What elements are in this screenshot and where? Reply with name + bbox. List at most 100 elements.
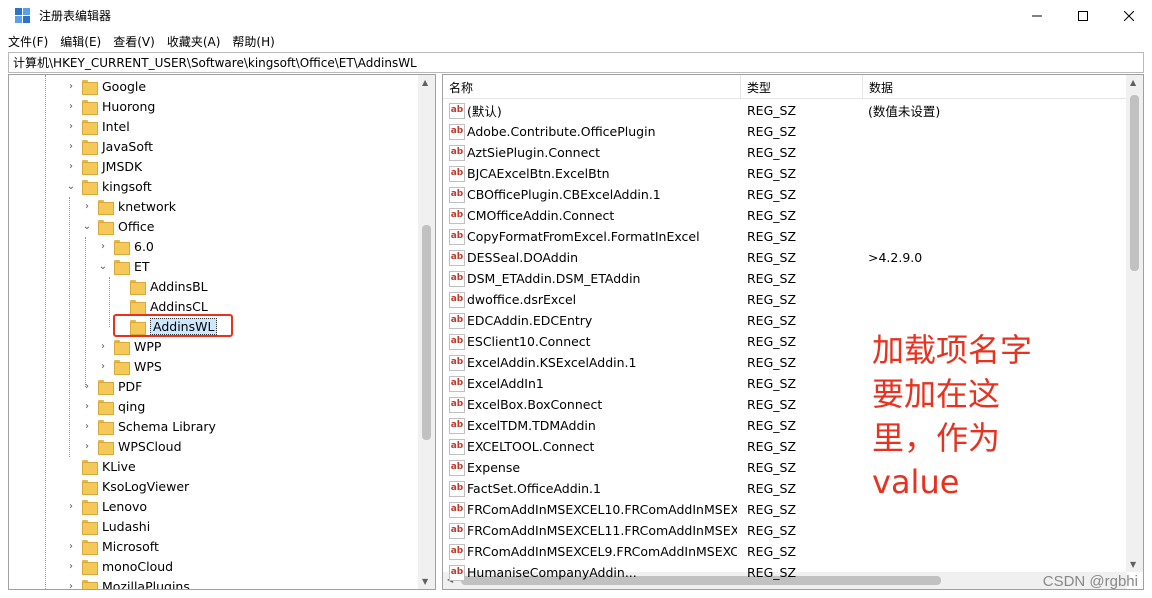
column-data[interactable]: 数据 xyxy=(863,75,1127,99)
string-value-icon: ab xyxy=(449,291,465,308)
tree-node[interactable]: › Intel xyxy=(65,116,130,136)
expand-icon[interactable]: › xyxy=(65,161,77,172)
string-value-icon: ab xyxy=(449,123,465,140)
tree-node[interactable]: ⌄ ET xyxy=(97,256,150,276)
tree-node[interactable]: › Huorong xyxy=(65,96,155,116)
expand-icon[interactable]: › xyxy=(81,421,93,432)
expand-icon[interactable]: › xyxy=(81,381,93,392)
tree-node[interactable]: KsoLogViewer xyxy=(65,476,189,496)
tree-node[interactable]: › Google xyxy=(65,76,146,96)
list-row[interactable]: ab FRComAddInMSEXCEL9.FRComAddInMSEXC... R… xyxy=(443,541,1127,562)
list-row[interactable]: ab FRComAddInMSEXCEL11.FRComAddInMSEX... R… xyxy=(443,520,1127,541)
expand-icon[interactable]: › xyxy=(65,81,77,92)
folder-icon xyxy=(82,119,98,135)
tree-node[interactable]: › Lenovo xyxy=(65,496,147,516)
tree-node[interactable]: KLive xyxy=(65,456,136,476)
list-row[interactable]: ab CBOfficePlugin.CBExcelAddin.1 REG_SZ xyxy=(443,184,1127,205)
expand-icon[interactable]: › xyxy=(65,561,77,572)
scroll-down-icon[interactable]: ▼ xyxy=(422,577,428,586)
tree-node[interactable]: › WPS xyxy=(97,356,162,376)
list-scroll-thumb[interactable] xyxy=(1130,95,1139,271)
list-row[interactable]: ab CMOfficeAddin.Connect REG_SZ xyxy=(443,205,1127,226)
tree-node[interactable]: › WPP xyxy=(97,336,161,356)
folder-icon xyxy=(98,439,114,455)
menu-file[interactable]: 文件(F) xyxy=(8,33,48,50)
expand-icon[interactable]: › xyxy=(65,581,77,590)
value-type: REG_SZ xyxy=(747,208,797,223)
expand-icon[interactable]: › xyxy=(81,201,93,212)
tree-node-label: Office xyxy=(118,218,155,234)
list-row[interactable]: ab DESSeal.DOAddin REG_SZ >4.2.9.0 xyxy=(443,247,1127,268)
list-row[interactable]: ab CopyFormatFromExcel.FormatInExcel REG_S… xyxy=(443,226,1127,247)
expand-icon[interactable]: › xyxy=(65,101,77,112)
expand-icon[interactable]: › xyxy=(65,501,77,512)
value-type: REG_SZ xyxy=(747,334,797,349)
collapse-icon[interactable]: ⌄ xyxy=(81,221,93,232)
value-data: (数值未设置) xyxy=(868,104,941,119)
menu-favorites[interactable]: 收藏夹(A) xyxy=(167,33,221,50)
tree-node[interactable]: › JMSDK xyxy=(65,156,142,176)
tree-node[interactable]: AddinsCL xyxy=(113,296,208,316)
tree-node[interactable]: › Schema Library xyxy=(81,416,216,436)
value-name: HumaniseCompanyAddin... xyxy=(467,565,637,580)
expand-icon[interactable]: › xyxy=(65,121,77,132)
tree-node[interactable]: › WPSCloud xyxy=(81,436,182,456)
list-row[interactable]: ab Adobe.Contribute.OfficePlugin REG_SZ xyxy=(443,121,1127,142)
scroll-down-icon[interactable]: ▼ xyxy=(1130,560,1136,569)
tree-node[interactable]: ⌄ Office xyxy=(81,216,155,236)
folder-icon xyxy=(82,459,98,475)
tree-node[interactable]: › MozillaPlugins xyxy=(65,576,190,590)
menu-edit[interactable]: 编辑(E) xyxy=(60,33,101,50)
tree-node-label: KsoLogViewer xyxy=(102,478,190,494)
list-vertical-scrollbar[interactable]: ▲ ▼ xyxy=(1126,75,1143,572)
tree-scroll-thumb[interactable] xyxy=(422,225,431,440)
tree-node[interactable]: › monoCloud xyxy=(65,556,173,576)
menu-help[interactable]: 帮助(H) xyxy=(232,33,274,50)
scroll-up-icon[interactable]: ▲ xyxy=(1130,78,1136,87)
tree-node[interactable]: › JavaSoft xyxy=(65,136,153,156)
expand-icon[interactable]: › xyxy=(97,341,109,352)
column-type[interactable]: 类型 xyxy=(741,75,863,99)
string-value-icon: ab xyxy=(449,144,465,161)
tree-node[interactable]: › knetwork xyxy=(81,196,176,216)
expand-icon[interactable]: › xyxy=(65,541,77,552)
folder-icon xyxy=(130,279,146,295)
tree-node[interactable]: › 6.0 xyxy=(97,236,154,256)
list-row[interactable]: ab (默认) REG_SZ (数值未设置) xyxy=(443,100,1127,121)
tree-node[interactable]: Ludashi xyxy=(65,516,150,536)
collapse-icon[interactable]: ⌄ xyxy=(65,181,77,192)
expand-icon[interactable]: › xyxy=(97,361,109,372)
value-name: CopyFormatFromExcel.FormatInExcel xyxy=(467,229,700,244)
annotation-line: 里，作为 xyxy=(872,419,1001,457)
list-row[interactable]: ab AztSiePlugin.Connect REG_SZ xyxy=(443,142,1127,163)
value-name: CBOfficePlugin.CBExcelAddin.1 xyxy=(467,187,661,202)
value-type: REG_SZ xyxy=(747,544,797,559)
address-bar[interactable]: 计算机\HKEY_CURRENT_USER\Software\kingsoft\… xyxy=(8,52,1144,73)
tree-node[interactable]: ⌄ kingsoft xyxy=(65,176,152,196)
expand-icon[interactable]: › xyxy=(81,401,93,412)
menu-view[interactable]: 查看(V) xyxy=(113,33,155,50)
expand-icon[interactable]: › xyxy=(81,441,93,452)
tree-node-label: Microsoft xyxy=(102,538,159,554)
expand-icon[interactable]: › xyxy=(65,141,77,152)
folder-icon xyxy=(114,239,130,255)
tree-node-label: kingsoft xyxy=(102,178,152,194)
expand-icon[interactable]: › xyxy=(97,241,109,252)
tree-node[interactable]: › qing xyxy=(81,396,145,416)
minimize-button[interactable] xyxy=(1014,0,1060,31)
tree-vertical-scrollbar[interactable]: ▲ ▼ xyxy=(418,75,435,589)
close-button[interactable] xyxy=(1106,0,1152,31)
list-row[interactable]: ab DSM_ETAddin.DSM_ETAddin REG_SZ xyxy=(443,268,1127,289)
tree-node[interactable]: › Microsoft xyxy=(65,536,159,556)
tree-node[interactable]: › PDF xyxy=(81,376,142,396)
value-name: BJCAExcelBtn.ExcelBtn xyxy=(467,166,610,181)
maximize-button[interactable] xyxy=(1060,0,1106,31)
scroll-up-icon[interactable]: ▲ xyxy=(422,78,428,87)
tree-node[interactable]: AddinsBL xyxy=(113,276,208,296)
list-row[interactable]: ab dwoffice.dsrExcel REG_SZ xyxy=(443,289,1127,310)
list-row[interactable]: ab HumaniseCompanyAddin... REG_SZ xyxy=(443,562,1127,583)
annotation-line: 加载项名字 xyxy=(872,331,1033,369)
collapse-icon[interactable]: ⌄ xyxy=(97,261,109,272)
list-row[interactable]: ab BJCAExcelBtn.ExcelBtn REG_SZ xyxy=(443,163,1127,184)
column-name[interactable]: 名称 xyxy=(443,75,741,99)
